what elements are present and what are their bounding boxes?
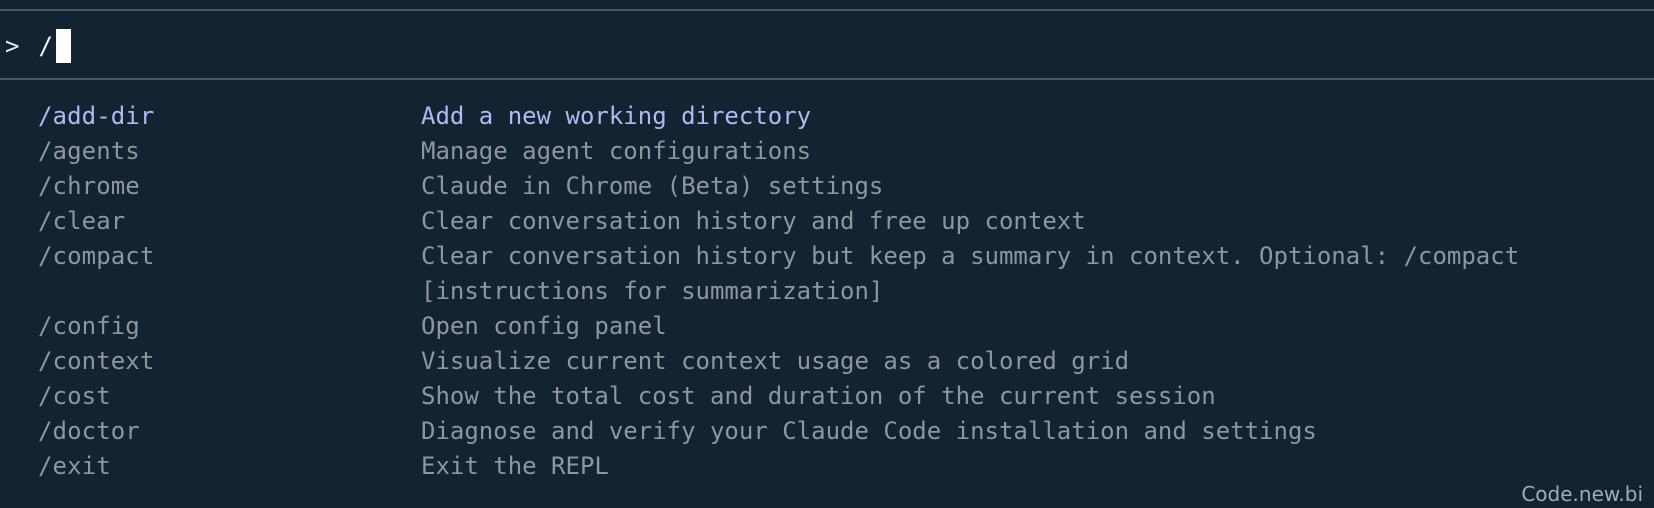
command-description: Show the total cost and duration of the …: [421, 382, 1216, 410]
input-value[interactable]: /: [38, 32, 52, 60]
command-description: Open config panel: [421, 312, 667, 340]
top-divider: [0, 9, 1654, 11]
command-input[interactable]: > /: [5, 28, 71, 64]
input-divider: [0, 78, 1654, 80]
text-cursor: [55, 29, 71, 63]
command-description: Manage agent configurations: [421, 137, 812, 165]
command-row-cost[interactable]: /cost Show the total cost and duration o…: [0, 379, 1654, 414]
command-description: Add a new working directory: [421, 102, 812, 130]
command-name: /context: [38, 347, 155, 375]
prompt-symbol: >: [5, 32, 20, 60]
command-description: Claude in Chrome (Beta) settings: [421, 172, 884, 200]
command-name: /chrome: [38, 172, 140, 200]
command-description: Clear conversation history but keep a su…: [421, 242, 1534, 305]
command-description: Clear conversation history and free up c…: [421, 207, 1086, 235]
command-description: Exit the REPL: [421, 452, 609, 480]
command-description: Visualize current context usage as a col…: [421, 347, 1130, 375]
command-name: /doctor: [38, 417, 140, 445]
command-name: /cost: [38, 382, 111, 410]
command-name: /add-dir: [38, 102, 155, 130]
command-name: /config: [38, 312, 140, 340]
command-row-add-dir[interactable]: /add-dir Add a new working directory: [0, 99, 1654, 134]
command-name: /compact: [38, 242, 155, 270]
watermark: Code.new.bi: [1521, 482, 1643, 506]
command-name: /agents: [38, 137, 140, 165]
command-name: /clear: [38, 207, 126, 235]
command-row-compact[interactable]: /compact Clear conversation history but …: [0, 239, 1654, 309]
command-row-exit[interactable]: /exit Exit the REPL: [0, 449, 1654, 484]
command-row-context[interactable]: /context Visualize current context usage…: [0, 344, 1654, 379]
command-row-doctor[interactable]: /doctor Diagnose and verify your Claude …: [0, 414, 1654, 449]
command-row-clear[interactable]: /clear Clear conversation history and fr…: [0, 204, 1654, 239]
command-row-agents[interactable]: /agents Manage agent configurations: [0, 134, 1654, 169]
command-row-chrome[interactable]: /chrome Claude in Chrome (Beta) settings: [0, 169, 1654, 204]
command-description: Diagnose and verify your Claude Code ins…: [421, 417, 1317, 445]
command-suggestion-list: /add-dir Add a new working directory /ag…: [0, 99, 1654, 484]
command-name: /exit: [38, 452, 111, 480]
command-row-config[interactable]: /config Open config panel: [0, 309, 1654, 344]
